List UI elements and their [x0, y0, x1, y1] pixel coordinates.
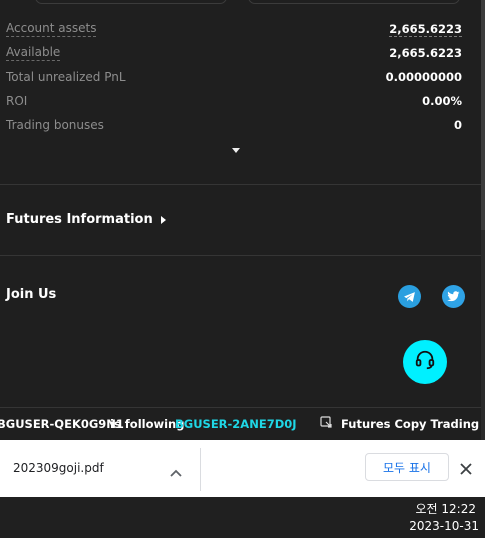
close-icon[interactable] [460, 460, 472, 479]
trading-bonuses-row: Trading bonuses 0 [6, 117, 462, 133]
join-us-label: Join Us [6, 287, 57, 302]
follower-username: BGUSER-QEK0G9N1 [0, 417, 124, 431]
futures-account-panel: Account assets 2,665.6223 Available 2,66… [0, 0, 481, 440]
twitter-icon[interactable] [442, 285, 465, 308]
roi-value: 0.00% [422, 94, 462, 108]
following-text: is following [110, 417, 185, 431]
download-separator [200, 448, 201, 491]
trading-bonuses-value: 0 [453, 118, 462, 132]
scrollbar[interactable] [481, 0, 485, 440]
unrealized-pnl-label: Total unrealized PnL [6, 70, 126, 84]
top-button-left[interactable] [35, 0, 227, 4]
clock-date[interactable]: 2023-10-31 [409, 519, 479, 533]
download-filename[interactable]: 202309goji.pdf [13, 461, 104, 475]
available-row: Available 2,665.6223 [6, 45, 462, 61]
copy-trading-ticker: BGUSER-QEK0G9N1 is following BGUSER-2ANE… [0, 415, 481, 433]
divider [0, 184, 481, 185]
join-us-heading: Join Us [6, 287, 56, 302]
account-assets-row: Account assets 2,665.6223 [6, 21, 462, 37]
unrealized-pnl-value: 0.00000000 [385, 70, 462, 84]
roi-row: ROI 0.00% [6, 93, 462, 109]
show-all-button[interactable]: 모두 표시 [365, 453, 449, 481]
trader-username-link[interactable]: BGUSER-2ANE7D0J [175, 417, 297, 431]
download-shelf: 202309goji.pdf 모두 표시 [0, 440, 485, 497]
headset-icon [414, 349, 436, 375]
top-button-right[interactable] [248, 0, 460, 4]
futures-information-label: Futures Information [6, 212, 153, 227]
divider [0, 407, 481, 408]
available-label[interactable]: Available [6, 45, 61, 61]
account-assets-value: 2,665.6223 [389, 21, 462, 37]
available-value: 2,665.6223 [389, 46, 462, 60]
futures-information-link[interactable]: Futures Information [6, 212, 166, 227]
telegram-icon[interactable] [398, 285, 421, 308]
taskbar: 오전 12:22 2023-10-31 [0, 497, 485, 538]
trading-bonuses-label: Trading bonuses [6, 118, 104, 132]
futures-copy-trading-link[interactable]: Futures Copy Trading [341, 417, 479, 431]
divider [0, 255, 481, 256]
roi-label: ROI [6, 94, 28, 108]
customer-support-button[interactable] [403, 340, 447, 384]
account-assets-label[interactable]: Account assets [6, 21, 97, 37]
caret-right-icon [160, 215, 166, 224]
chevron-up-icon[interactable] [170, 462, 182, 481]
scrollbar-thumb[interactable] [481, 0, 485, 230]
clock-time[interactable]: 오전 12:22 [416, 500, 476, 517]
expand-caret-icon[interactable] [232, 148, 240, 153]
download-item[interactable]: 202309goji.pdf [0, 440, 200, 497]
copy-trading-icon [320, 416, 332, 432]
unrealized-pnl-row: Total unrealized PnL 0.00000000 [6, 69, 462, 85]
